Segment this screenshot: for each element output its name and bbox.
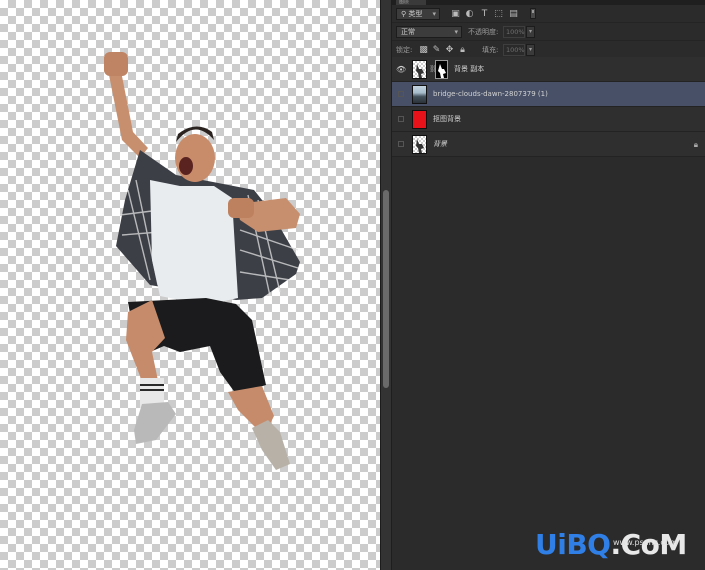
blend-mode-value: 正常	[401, 28, 415, 36]
layer-name: bridge-clouds-dawn-2807379 (1)	[433, 90, 548, 98]
jumping-man-thumbnail-icon	[416, 64, 424, 78]
layer-thumbnail	[412, 110, 427, 129]
blend-opacity-row: 正常 ▾ 不透明度: 100% ▾	[392, 23, 705, 41]
adjustment-filter-icon[interactable]: ◐	[464, 9, 475, 19]
layer-row-cutout-background[interactable]: 抠图背景	[392, 107, 705, 132]
layer-name: 背景 副本	[454, 65, 485, 73]
layer-mask-thumbnail[interactable]	[435, 60, 448, 79]
fill-dropdown-arrow[interactable]: ▾	[526, 44, 535, 56]
layer-name: 背景	[433, 140, 447, 148]
layer-row-bridge-photo[interactable]: bridge-clouds-dawn-2807379 (1)	[392, 82, 705, 107]
filter-kind-dropdown[interactable]: ⚲ 类型 ▾	[396, 8, 440, 20]
canvas-vertical-scrollbar[interactable]	[380, 0, 391, 570]
filter-kind-label: 类型	[408, 10, 423, 18]
lock-all-icon[interactable]: 🔒︎	[457, 45, 468, 55]
lock-pixels-icon[interactable]: ✎	[431, 45, 442, 55]
fill-input[interactable]: 100%	[503, 44, 525, 56]
lock-label: 锁定:	[396, 46, 413, 54]
fill-label: 填充:	[482, 46, 499, 54]
opacity-label: 不透明度:	[468, 28, 499, 36]
chevron-down-icon: ▾	[454, 28, 458, 36]
lock-position-icon[interactable]: ✥	[444, 45, 455, 55]
layer-filter-row: ⚲ 类型 ▾ ▣ ◐ T ⬚ ▤	[392, 5, 705, 23]
visibility-toggle[interactable]	[398, 91, 404, 97]
shape-filter-icon[interactable]: ⬚	[493, 9, 504, 19]
visibility-toggle[interactable]	[398, 141, 404, 147]
watermark-logo-blue: UiBQ	[535, 528, 611, 561]
layer-list: 👁︎ ⛓︎ 背景 副本 bridge-clouds-dawn-2807379 (…	[392, 57, 705, 157]
filter-toggle-switch[interactable]	[530, 8, 536, 19]
layer-thumbnail	[412, 135, 427, 154]
layer-row-background-copy[interactable]: 👁︎ ⛓︎ 背景 副本	[392, 57, 705, 82]
lock-transparency-icon[interactable]: ▩	[418, 45, 429, 55]
jumping-man-thumbnail-icon	[416, 139, 424, 153]
opacity-dropdown-arrow[interactable]: ▾	[526, 26, 535, 38]
watermark-site-url: www.psahz.com	[613, 538, 678, 547]
visibility-toggle[interactable]	[398, 116, 404, 122]
layer-name: 抠图背景	[433, 115, 461, 123]
scrollbar-thumb[interactable]	[383, 190, 389, 388]
lock-icon: 🔒︎	[693, 140, 698, 149]
type-filter-icon[interactable]: T	[479, 9, 490, 19]
site-watermark: UiBQ.CoM www.psahz.com	[535, 528, 687, 562]
layer-row-background[interactable]: 背景 🔒︎	[392, 132, 705, 157]
smart-object-filter-icon[interactable]: ▤	[508, 9, 519, 19]
eye-icon[interactable]: 👁︎	[396, 65, 406, 74]
mask-silhouette-icon	[438, 64, 446, 78]
layers-panel: 图层 ⚲ 类型 ▾ ▣ ◐ T ⬚ ▤ 正常 ▾ 不透明度: 100% ▾ 锁定…	[391, 0, 705, 570]
jumping-man-cutout	[104, 52, 300, 470]
layer-thumbnail	[412, 60, 427, 79]
opacity-input[interactable]: 100%	[503, 26, 525, 38]
image-filter-icon[interactable]: ▣	[450, 9, 461, 19]
chevron-down-icon: ▾	[432, 10, 436, 18]
blend-mode-dropdown[interactable]: 正常 ▾	[396, 26, 462, 38]
document-canvas[interactable]	[0, 0, 380, 570]
layer-thumbnail	[412, 85, 427, 104]
